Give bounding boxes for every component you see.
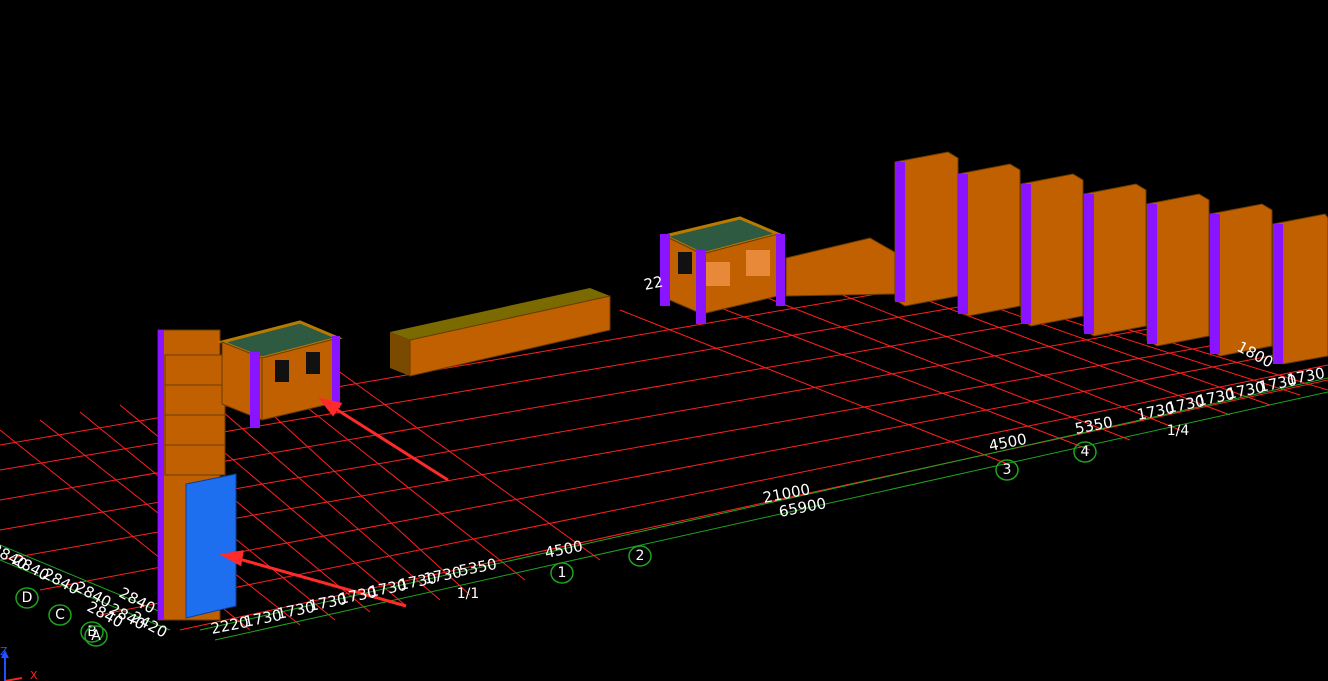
grid-bubble-1-1[interactable]: 1/1: [457, 586, 480, 602]
dim-partial: 22: [642, 273, 664, 294]
selected-wall[interactable]: [185, 473, 237, 619]
svg-text:4: 4: [1081, 444, 1090, 460]
svg-text:A: A: [91, 628, 101, 644]
svg-text:2: 2: [636, 548, 645, 564]
svg-text:D: D: [22, 590, 33, 606]
axis-x-label: X: [30, 669, 38, 681]
svg-text:1/4: 1/4: [1167, 423, 1190, 439]
grid-bubble-1-4[interactable]: 1/4: [1167, 423, 1190, 439]
axis-z-label: Z: [0, 645, 8, 658]
svg-text:C: C: [55, 607, 65, 623]
svg-text:1: 1: [558, 565, 567, 581]
svg-text:1/1: 1/1: [457, 586, 480, 602]
model-viewport[interactable]: 21000 65900 2220 1730 1730 1730 1730 173…: [0, 0, 1328, 681]
svg-text:3: 3: [1003, 462, 1012, 478]
